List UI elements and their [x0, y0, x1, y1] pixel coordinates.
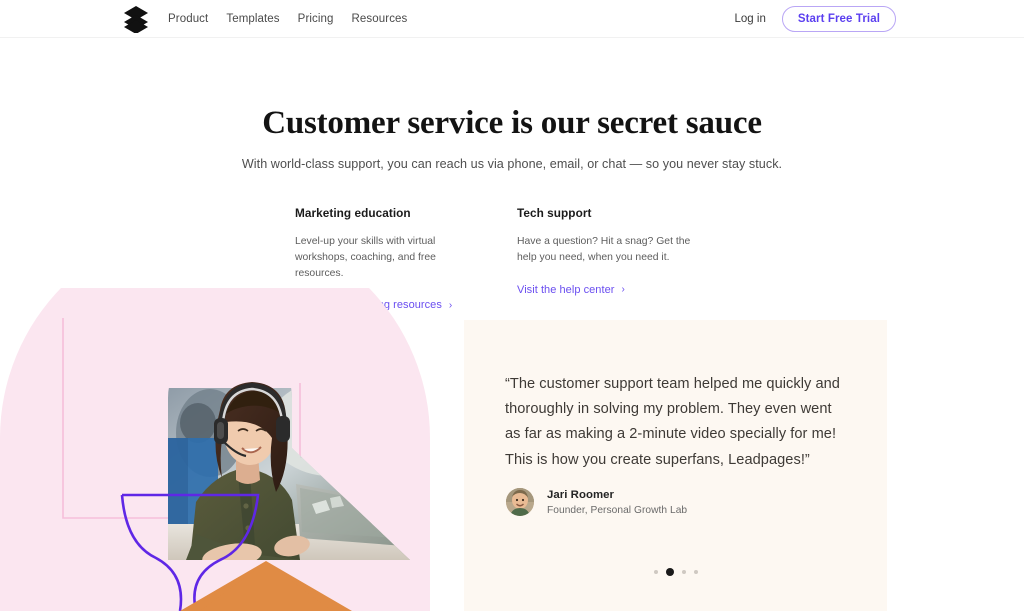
testimonial-attribution: Jari Roomer Founder, Personal Growth Lab — [506, 488, 687, 516]
visit-help-center-link[interactable]: Visit the help center › — [517, 284, 625, 296]
feature-tech-support: Tech support Have a question? Hit a snag… — [517, 206, 739, 313]
carousel-dot-4[interactable] — [693, 570, 698, 574]
testimonial-card: “The customer support team helped me qui… — [464, 320, 887, 611]
nav-item-product[interactable]: Product — [168, 13, 208, 25]
page-subtitle: With world-class support, you can reach … — [241, 157, 783, 171]
link-label: Visit the help center — [517, 283, 615, 296]
carousel-dots — [464, 568, 887, 576]
nav-item-pricing[interactable]: Pricing — [298, 13, 334, 25]
login-link[interactable]: Log in — [735, 13, 766, 25]
page-title: Customer service is our secret sauce — [262, 105, 762, 141]
nav-item-templates[interactable]: Templates — [226, 13, 279, 25]
header-actions: Log in Start Free Trial — [735, 0, 896, 38]
author-name: Jari Roomer — [547, 488, 615, 501]
start-free-trial-button[interactable]: Start Free Trial — [781, 6, 896, 32]
author-info: Jari Roomer Founder, Personal Growth Lab — [547, 489, 687, 516]
author-avatar-photo — [506, 488, 534, 516]
nav-item-resources[interactable]: Resources — [352, 13, 408, 25]
author-role: Founder, Personal Growth Lab — [547, 504, 688, 516]
carousel-dot-2[interactable] — [665, 568, 674, 576]
testimonial-quote: “The customer support team helped me qui… — [505, 376, 840, 468]
carousel-dot-1[interactable] — [653, 570, 658, 574]
stacked-layers-logo[interactable] — [122, 4, 150, 34]
site-header: Product Templates Pricing Resources Log … — [0, 0, 1024, 38]
feature-title: Marketing education — [295, 206, 411, 220]
chevron-right-icon: › — [621, 284, 625, 296]
feature-body: Level-up your skills with virtual worksh… — [295, 236, 436, 279]
feature-body: Have a question? Hit a snag? Get the hel… — [517, 236, 691, 263]
carousel-dot-3[interactable] — [681, 570, 686, 574]
hero-illustration — [0, 288, 464, 611]
primary-nav: Product Templates Pricing Resources — [168, 0, 407, 38]
feature-title: Tech support — [517, 206, 592, 220]
